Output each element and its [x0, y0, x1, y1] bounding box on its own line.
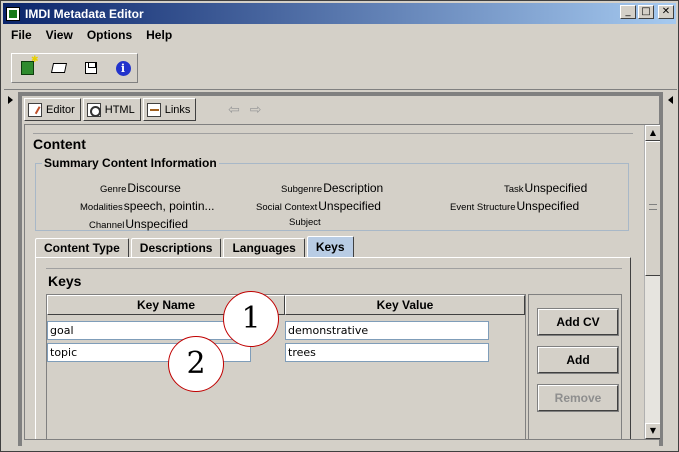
- section-divider: [33, 133, 633, 134]
- open-icon: [50, 63, 68, 73]
- tab-content-type[interactable]: Content Type: [35, 238, 129, 258]
- content-panel: Content Summary Content Information Genr…: [24, 124, 661, 440]
- forward-arrow-icon[interactable]: ⇨: [250, 102, 262, 118]
- subgenre-label: Subgenre: [281, 184, 323, 195]
- toolbar: i: [11, 53, 138, 83]
- key-value-input-2[interactable]: trees: [285, 343, 489, 362]
- editor-icon: [28, 102, 42, 117]
- summary-title: Summary Content Information: [42, 156, 219, 170]
- save-button[interactable]: [80, 57, 102, 79]
- summary-box: Summary Content Information Genre Discou…: [35, 156, 629, 231]
- new-icon: [20, 55, 39, 75]
- tab-keys[interactable]: Keys: [306, 236, 354, 258]
- save-icon: [85, 62, 97, 74]
- tab-links-label: Links: [164, 103, 191, 116]
- frame-border-left: [18, 92, 22, 446]
- html-icon: [86, 102, 101, 117]
- add-cv-button[interactable]: Add CV: [537, 308, 619, 336]
- keys-divider: [46, 268, 622, 269]
- channel-value: Unspecified: [125, 217, 189, 231]
- app-icon: [6, 6, 20, 21]
- new-button[interactable]: [16, 55, 39, 79]
- callout-1: 1: [223, 291, 279, 347]
- info-icon: i: [115, 60, 131, 76]
- view-tabs: Editor HTML Links: [24, 98, 197, 121]
- scroll-up-icon[interactable]: ▲: [645, 125, 660, 141]
- genre-value: Discourse: [127, 181, 181, 195]
- tab-editor-label: Editor: [46, 103, 75, 116]
- channel-label: Channel: [89, 220, 125, 231]
- tab-descriptions[interactable]: Descriptions: [130, 238, 222, 258]
- inner-tabs: Content Type Descriptions Languages Keys: [35, 236, 356, 258]
- keys-table: Key Name Key Value goal demonstrative to…: [46, 294, 526, 439]
- social-context-label: Social Context: [256, 202, 318, 213]
- field-event-structure: Event Structure Unspecified: [450, 199, 579, 213]
- section-title: Content: [33, 136, 86, 152]
- menu-help[interactable]: Help: [139, 28, 179, 42]
- main-area: Editor HTML Links ⇦ ⇨ Content Summary Co…: [4, 89, 677, 447]
- column-header-key-value[interactable]: Key Value: [285, 295, 525, 315]
- frame-border-top: [18, 92, 663, 96]
- key-name-input-1[interactable]: goal: [47, 321, 251, 340]
- field-social-context: Social Context Unspecified: [256, 199, 381, 213]
- add-button[interactable]: Add: [537, 346, 619, 374]
- keys-title: Keys: [48, 273, 82, 289]
- menu-file[interactable]: File: [3, 28, 39, 42]
- tab-editor[interactable]: Editor: [24, 98, 81, 121]
- keys-pane: Keys Key Name Key Value goal demonstrati…: [35, 257, 631, 439]
- menu-bar: File View Options Help: [3, 25, 676, 45]
- expand-right-icon[interactable]: [668, 96, 673, 104]
- close-button[interactable]: ✕: [658, 5, 674, 19]
- genre-label: Genre: [100, 184, 127, 195]
- history-nav: ⇦ ⇨: [228, 102, 261, 118]
- subgenre-value: Description: [323, 181, 384, 195]
- main-window: IMDI Metadata Editor _ □ ✕ File View Opt…: [0, 0, 679, 452]
- info-button[interactable]: i: [112, 57, 134, 79]
- social-context-value: Unspecified: [318, 199, 381, 213]
- field-subject: Subject: [289, 217, 322, 228]
- scroll-down-icon[interactable]: ▼: [645, 423, 660, 439]
- window-controls: _ □ ✕: [620, 5, 674, 19]
- field-channel: Channel Unspecified: [89, 217, 188, 231]
- field-task: Task Unspecified: [504, 181, 587, 195]
- minimize-button[interactable]: _: [620, 5, 636, 19]
- menu-options[interactable]: Options: [80, 28, 139, 42]
- tab-html[interactable]: HTML: [82, 98, 141, 121]
- grip-icon: [649, 204, 657, 210]
- keys-button-panel: Add CV Add Remove: [528, 294, 622, 439]
- links-icon: [146, 102, 161, 117]
- maximize-button[interactable]: □: [638, 5, 654, 19]
- modalities-label: Modalities: [80, 202, 123, 213]
- field-subgenre: Subgenre Description: [281, 181, 383, 195]
- event-structure-label: Event Structure: [450, 202, 516, 213]
- callout-2: 2: [168, 336, 224, 392]
- window-title: IMDI Metadata Editor: [25, 6, 144, 21]
- back-arrow-icon[interactable]: ⇦: [228, 102, 240, 118]
- title-bar[interactable]: IMDI Metadata Editor _ □ ✕: [3, 3, 676, 24]
- open-button[interactable]: [48, 57, 70, 79]
- subject-label: Subject: [289, 217, 321, 228]
- menu-view[interactable]: View: [39, 28, 80, 42]
- expand-left-icon[interactable]: [8, 96, 13, 104]
- scroll-thumb[interactable]: [645, 141, 660, 276]
- field-modalities: Modalities speech, pointin...: [80, 199, 215, 213]
- remove-button[interactable]: Remove: [537, 384, 619, 412]
- task-value: Unspecified: [524, 181, 588, 195]
- tab-links[interactable]: Links: [142, 98, 197, 121]
- event-structure-value: Unspecified: [516, 199, 580, 213]
- field-genre: Genre Discourse: [100, 181, 181, 195]
- task-label: Task: [504, 184, 524, 195]
- content-inner: Content Summary Content Information Genr…: [33, 133, 641, 439]
- vertical-scrollbar[interactable]: ▲ ▼: [644, 125, 660, 439]
- modalities-value: speech, pointin...: [123, 199, 215, 213]
- tab-html-label: HTML: [104, 103, 135, 116]
- key-value-input-1[interactable]: demonstrative: [285, 321, 489, 340]
- tab-languages[interactable]: Languages: [223, 238, 305, 258]
